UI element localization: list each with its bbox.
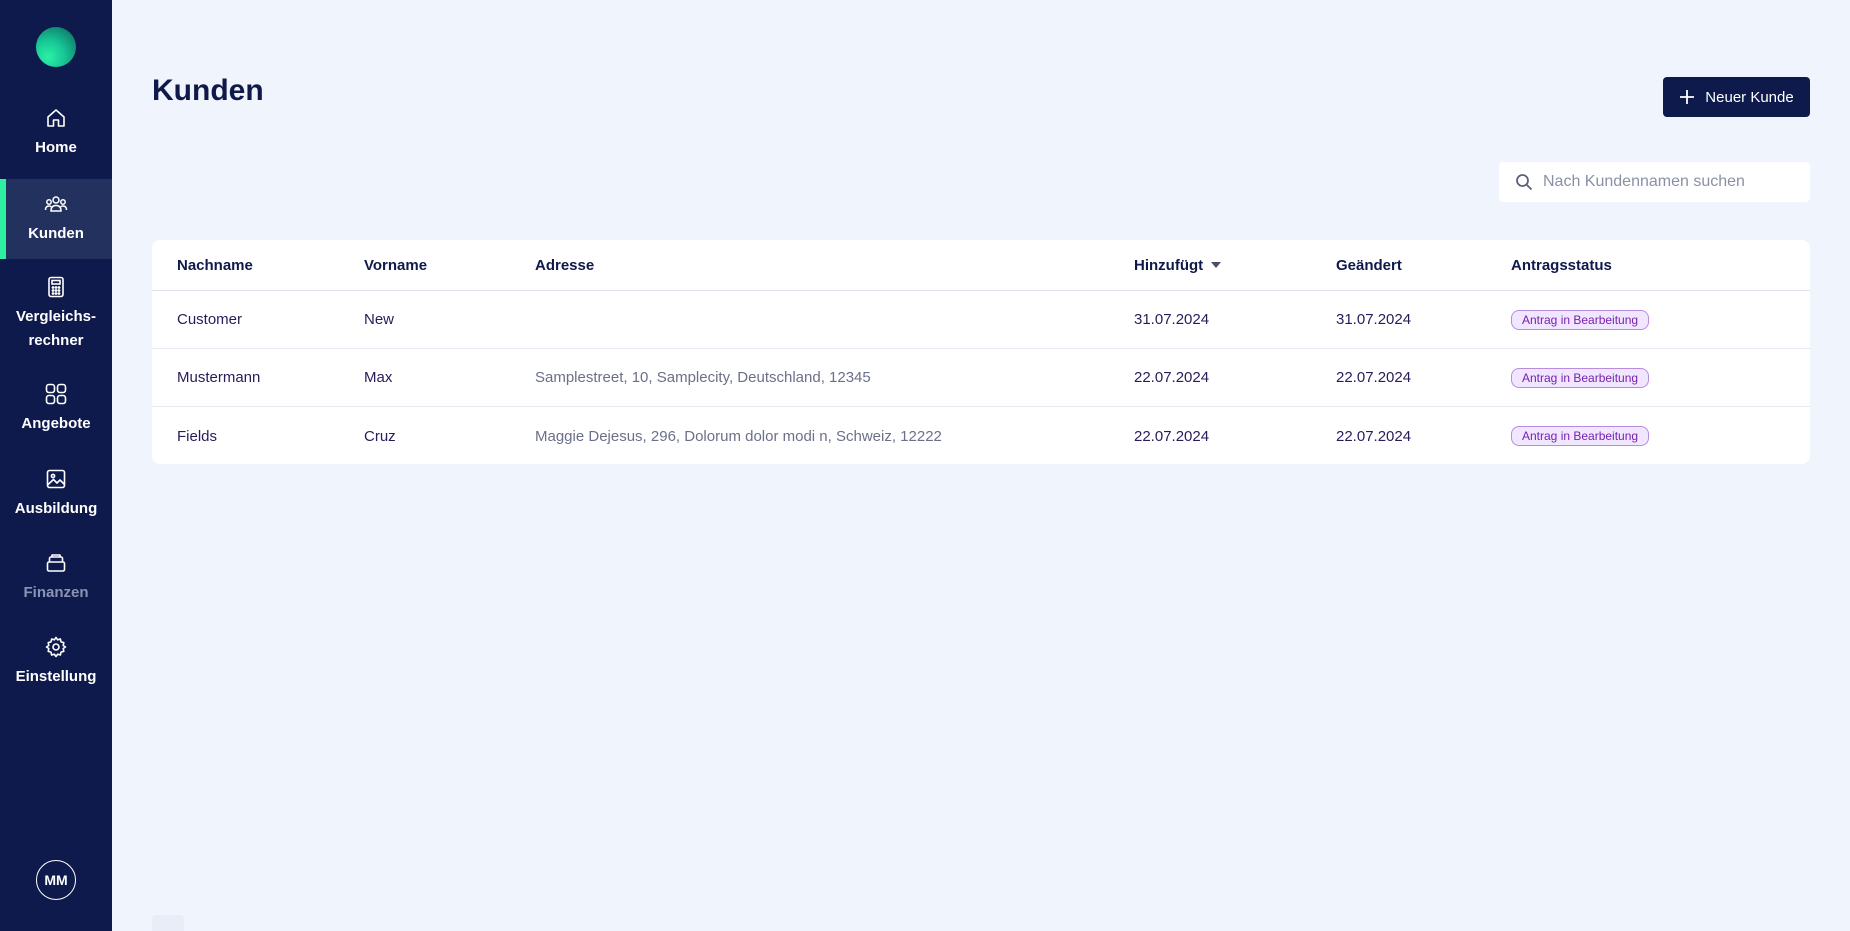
search-icon <box>1515 173 1533 191</box>
stack-icon <box>44 551 68 575</box>
column-header-antragsstatus[interactable]: Antragsstatus <box>1511 240 1612 290</box>
sidebar-item-label: Ausbildung <box>14 500 98 517</box>
table-row[interactable]: Mustermann Max Samplestreet, 10, Samplec… <box>152 349 1810 407</box>
cell-hinzugefuegt: 22.07.2024 <box>1134 369 1210 386</box>
plus-icon <box>1679 89 1695 105</box>
cell-vorname: Cruz <box>364 427 396 445</box>
sidebar-item-angebote[interactable]: Angebote <box>0 382 112 442</box>
sidebar-item-einstellung[interactable]: Einstellung <box>0 635 112 695</box>
cell-adresse: Samplestreet, 10, Samplecity, Deutschlan… <box>535 369 871 386</box>
sidebar-item-label: Kunden <box>28 225 84 242</box>
new-customer-label: Neuer Kunde <box>1705 88 1794 106</box>
column-header-label: Hinzufügt <box>1134 256 1204 274</box>
cell-geaendert: 22.07.2024 <box>1336 427 1412 445</box>
column-header-vorname[interactable]: Vorname <box>364 240 427 290</box>
user-avatar[interactable]: MM <box>36 860 76 900</box>
cell-hinzugefuegt: 31.07.2024 <box>1134 311 1210 328</box>
search-input[interactable] <box>1543 173 1803 191</box>
cell-status: Antrag in Bearbeitung <box>1511 291 1650 348</box>
gear-icon <box>44 635 68 659</box>
sidebar-item-vergleichsrechner[interactable]: Vergleichs- rechner <box>0 275 112 355</box>
cell-geaendert: 31.07.2024 <box>1336 311 1412 328</box>
sort-descending-icon <box>1211 262 1222 268</box>
cell-nachname: Fields <box>177 427 218 445</box>
users-icon <box>44 192 68 216</box>
column-header-hinzugefuegt[interactable]: Hinzufügt <box>1134 240 1222 290</box>
status-badge: Antrag in Bearbeitung <box>1511 309 1650 330</box>
grid-icon <box>44 382 68 406</box>
sidebar-item-label: Einstellung <box>15 668 97 685</box>
image-icon <box>44 467 68 491</box>
sidebar: Home Kunden Vergleichs- rechner Angebote… <box>0 0 112 931</box>
cell-status: Antrag in Bearbeitung <box>1511 349 1650 406</box>
table-row[interactable]: Customer New 31.07.2024 31.07.2024 Antra… <box>152 291 1810 349</box>
table-header: Nachname Vorname Adresse Hinzufügt Geänd… <box>152 240 1810 291</box>
cell-vorname: Max <box>364 369 393 386</box>
app-logo[interactable] <box>36 27 76 67</box>
cell-nachname: Customer <box>177 311 243 328</box>
table-row[interactable]: Fields Cruz Maggie Dejesus, 296, Dolorum… <box>152 407 1810 464</box>
column-header-nachname[interactable]: Nachname <box>177 240 253 290</box>
customer-search <box>1499 162 1810 202</box>
cell-nachname: Mustermann <box>177 369 261 386</box>
new-customer-button[interactable]: Neuer Kunde <box>1663 77 1810 117</box>
sidebar-item-label: Finanzen <box>23 584 89 601</box>
sidebar-item-finanzen[interactable]: Finanzen <box>0 551 112 611</box>
sidebar-item-label: Home <box>35 139 77 156</box>
cell-geaendert: 22.07.2024 <box>1336 369 1412 386</box>
home-icon <box>44 106 68 130</box>
column-header-adresse[interactable]: Adresse <box>535 240 594 290</box>
cell-vorname: New <box>364 311 395 328</box>
status-badge: Antrag in Bearbeitung <box>1511 367 1650 388</box>
cell-adresse: Maggie Dejesus, 296, Dolorum dolor modi … <box>535 427 942 445</box>
sidebar-item-home[interactable]: Home <box>0 106 112 166</box>
sidebar-item-label: Vergleichs- rechner <box>15 308 97 349</box>
page-title: Kunden <box>152 74 264 107</box>
sidebar-item-kunden[interactable]: Kunden <box>0 179 112 259</box>
status-badge: Antrag in Bearbeitung <box>1511 426 1650 446</box>
sidebar-item-ausbildung[interactable]: Ausbildung <box>0 467 112 527</box>
customer-table: Nachname Vorname Adresse Hinzufügt Geänd… <box>152 240 1810 464</box>
floating-widget-stub <box>152 915 184 931</box>
cell-status: Antrag in Bearbeitung <box>1511 407 1650 464</box>
cell-hinzugefuegt: 22.07.2024 <box>1134 427 1210 445</box>
calculator-icon <box>44 275 68 299</box>
sidebar-item-label: Angebote <box>21 415 91 432</box>
column-header-geaendert[interactable]: Geändert <box>1336 240 1402 290</box>
